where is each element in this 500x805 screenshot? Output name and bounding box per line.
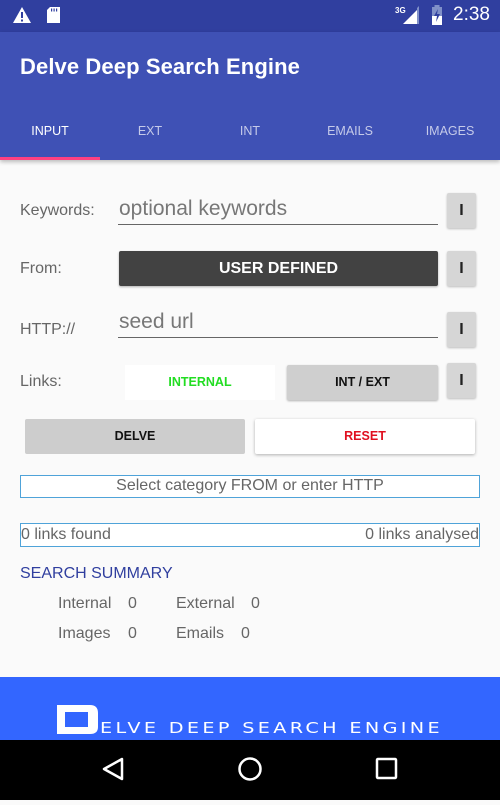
from-info-button[interactable]: I [447,251,476,286]
footer-banner: ELVE DEEP SEARCH ENGINE [0,677,500,740]
search-summary-title: SEARCH SUMMARY [20,565,173,582]
summary-images-value: 0 [128,625,137,642]
links-info-button[interactable]: I [447,363,476,398]
back-button[interactable] [82,740,142,800]
keywords-label: Keywords: [20,202,95,219]
signal-icon: 3G [395,6,420,24]
svg-text:3G: 3G [395,6,406,15]
summary-images-label: Images [58,625,111,642]
from-label: From: [20,260,62,277]
home-icon [238,757,262,781]
status-time: 2:38 [453,4,490,25]
tab-input[interactable]: INPUT [0,110,100,160]
warning-icon [13,7,31,23]
summary-internal-value: 0 [128,595,137,612]
summary-emails-value: 0 [241,625,250,642]
keywords-info-button[interactable]: I [447,193,476,228]
home-button[interactable] [220,740,280,800]
keywords-input[interactable] [118,193,438,225]
app-title: Delve Deep Search Engine [20,54,300,79]
internal-links-button[interactable]: INTERNAL [125,365,275,400]
battery-charging-icon [432,5,443,25]
reset-button[interactable]: RESET [255,419,475,454]
from-select-button[interactable]: USER DEFINED [119,251,438,286]
system-nav-bar [0,740,500,800]
delve-button[interactable]: DELVE [25,419,245,454]
tab-emails[interactable]: EMAILS [300,110,400,160]
recents-button[interactable] [357,740,417,800]
summary-external-label: External [176,595,235,612]
links-analysed-text: 0 links analysed [365,526,479,543]
tab-int[interactable]: INT [200,110,300,160]
back-icon [102,757,124,781]
recents-icon [375,757,398,780]
http-info-button[interactable]: I [447,312,476,347]
tab-bar: INPUT EXT INT EMAILS IMAGES [0,110,500,160]
summary-emails-label: Emails [176,625,225,642]
summary-external-value: 0 [251,595,260,612]
svg-text:ELVE DEEP SEARCH ENGINE: ELVE DEEP SEARCH ENGINE [100,719,443,737]
status-bar: 3G 2:38 [0,0,500,32]
status-message: Select category FROM or enter HTTP [20,475,480,498]
app-bar: Delve Deep Search Engine INPUT EXT INT E… [0,32,500,160]
links-found-text: 0 links found [21,526,111,543]
links-label: Links: [20,373,62,390]
tab-ext[interactable]: EXT [100,110,200,160]
tab-images[interactable]: IMAGES [400,110,500,160]
summary-internal-label: Internal [58,595,112,612]
links-status-bar: 0 links found 0 links analysed [20,523,480,547]
delve-logo: ELVE DEEP SEARCH ENGINE [57,705,443,737]
seed-url-input[interactable] [118,306,438,338]
sd-card-icon [47,7,60,23]
int-ext-links-button[interactable]: INT / EXT [287,365,438,400]
http-label: HTTP:// [20,321,76,338]
